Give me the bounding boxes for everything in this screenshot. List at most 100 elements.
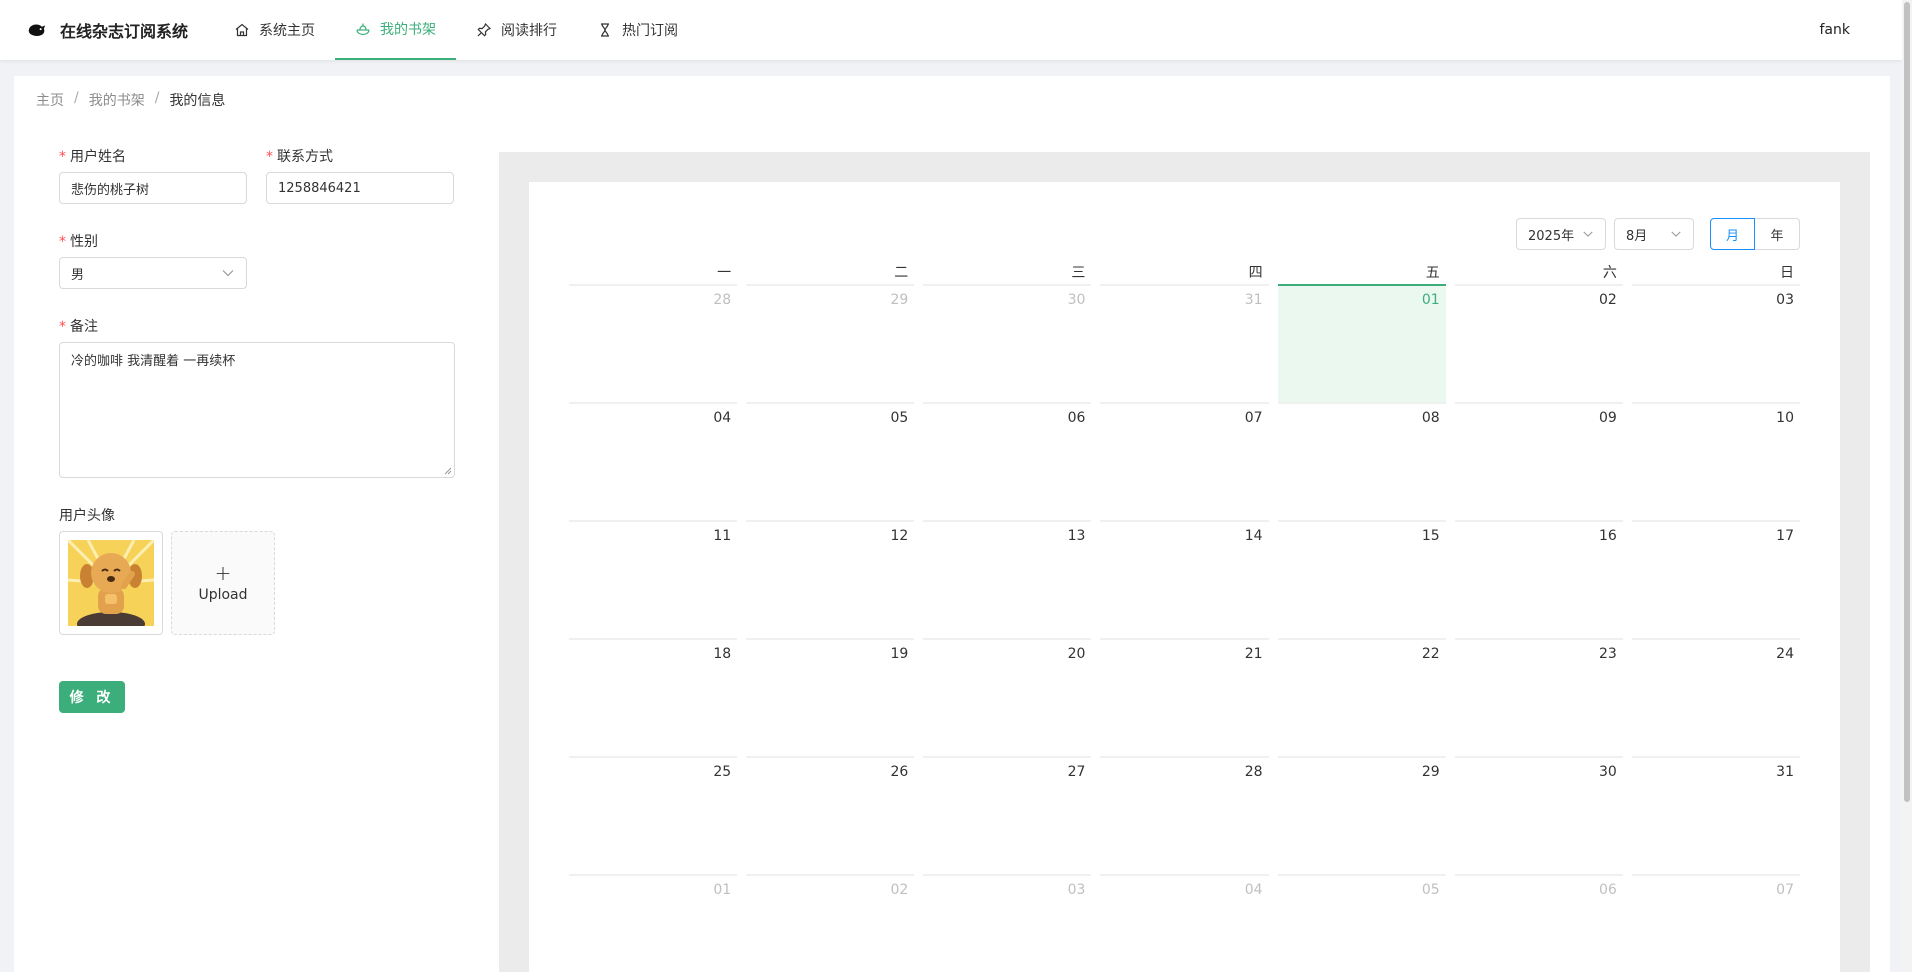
app-title: 在线杂志订阅系统 xyxy=(60,22,189,41)
mode-month-button[interactable]: 月 xyxy=(1710,218,1755,250)
calendar-weeks: 28 29 30 31 01 02 03 04 05 06 07 08 09 10 11 12 13 14 15 16… xyxy=(569,284,1800,972)
scrollbar-thumb[interactable] xyxy=(1904,2,1910,802)
upload-label: Upload xyxy=(198,587,248,603)
nav-label-hot: 热门订阅 xyxy=(622,23,678,39)
calendar-day[interactable]: 19 xyxy=(746,638,915,756)
calendar-week-row: 25 26 27 28 29 30 31 xyxy=(569,756,1800,874)
calendar-day[interactable]: 05 xyxy=(1277,874,1446,972)
calendar-day[interactable]: 31 xyxy=(1631,756,1800,874)
calendar-day[interactable]: 05 xyxy=(746,402,915,520)
calendar-day[interactable]: 14 xyxy=(1100,520,1269,638)
nav-item-home[interactable]: 系统主页 xyxy=(214,0,335,60)
weekday-label: 二 xyxy=(894,265,909,281)
calendar-day[interactable]: 30 xyxy=(923,284,1092,402)
mode-switch: 月 年 xyxy=(1710,218,1800,250)
avatar-field-group: 用户头像 + Upload xyxy=(59,505,359,636)
calendar-day[interactable]: 24 xyxy=(1631,638,1800,756)
calendar-day[interactable]: 20 xyxy=(923,638,1092,756)
avatar-preview[interactable] xyxy=(59,531,163,636)
calendar-day[interactable]: 23 xyxy=(1454,638,1623,756)
calendar-day[interactable]: 13 xyxy=(923,520,1092,638)
calendar-week-row: 11 12 13 14 15 16 17 xyxy=(569,520,1800,638)
app-logo[interactable]: 在线杂志订阅系统 xyxy=(26,0,188,60)
calendar-day[interactable]: 01 xyxy=(569,874,738,972)
nav-label-home: 系统主页 xyxy=(259,23,315,39)
nav-item-ranking[interactable]: 阅读排行 xyxy=(456,0,577,60)
page-scrollbar[interactable] xyxy=(1902,0,1912,972)
breadcrumb-current: 我的信息 xyxy=(169,93,226,109)
calendar-day[interactable]: 16 xyxy=(1454,520,1623,638)
calendar-day[interactable]: 12 xyxy=(746,520,915,638)
breadcrumb-shelf[interactable]: 我的书架 xyxy=(89,90,145,110)
bird-logo-icon xyxy=(28,24,46,36)
calendar-day[interactable]: 06 xyxy=(923,402,1092,520)
calendar-day[interactable]: 28 xyxy=(569,284,738,402)
calendar-day[interactable]: 29 xyxy=(1277,756,1446,874)
calendar-day[interactable]: 04 xyxy=(569,402,738,520)
calendar-day[interactable]: 15 xyxy=(1277,520,1446,638)
calendar-day[interactable]: 06 xyxy=(1454,874,1623,972)
calendar-day[interactable]: 03 xyxy=(923,874,1092,972)
calendar-day[interactable]: 22 xyxy=(1277,638,1446,756)
calendar-day[interactable]: 31 xyxy=(1100,284,1269,402)
content-card: 主页 / 我的书架 / 我的信息 * 用户姓名 悲伤的桃子树 * 联系方式 1258… xyxy=(14,76,1890,972)
calendar-day[interactable]: 02 xyxy=(1454,284,1623,402)
nav-item-bookshelf[interactable]: 我的书架 xyxy=(335,0,456,60)
calendar-day[interactable]: 11 xyxy=(569,520,738,638)
hourglass-icon xyxy=(601,23,609,37)
calendar-day-selected[interactable]: 01 xyxy=(1277,284,1446,402)
breadcrumb: 主页 / 我的书架 / 我的信息 xyxy=(36,90,225,110)
name-field-group: * 用户姓名 悲伤的桃子树 xyxy=(59,146,247,204)
pin-icon xyxy=(477,22,492,37)
calendar-day[interactable]: 09 xyxy=(1454,402,1623,520)
breadcrumb-home[interactable]: 主页 xyxy=(36,90,64,110)
name-input[interactable]: 悲伤的桃子树 xyxy=(59,172,247,204)
bookshelf-icon xyxy=(356,23,370,36)
calendar-panel: 2025年 8月 月 年 一二三四五六日 28 29 30 31 01 02 03 04 05 0… xyxy=(499,152,1870,972)
weekday-label: 三 xyxy=(1071,265,1086,281)
calendar-day[interactable]: 28 xyxy=(1100,756,1269,874)
calendar-day[interactable]: 21 xyxy=(1100,638,1269,756)
weekday-header: 一二三四五六日 xyxy=(569,262,1800,284)
weekday-label: 五 xyxy=(1425,265,1440,281)
calendar-day[interactable]: 02 xyxy=(746,874,915,972)
submit-group: 修 改 xyxy=(59,681,125,713)
calendar-day[interactable]: 26 xyxy=(746,756,915,874)
calendar-day[interactable]: 07 xyxy=(1631,874,1800,972)
calendar-day[interactable]: 07 xyxy=(1100,402,1269,520)
month-select[interactable]: 8月 xyxy=(1614,218,1694,250)
breadcrumb-separator: / xyxy=(154,90,160,106)
nav-label-bookshelf: 我的书架 xyxy=(380,22,436,38)
weekday-label: 六 xyxy=(1602,265,1617,281)
remark-field-group: * 备注 冷的咖啡 我清醒着 一再续杯 xyxy=(59,316,455,478)
modify-button[interactable]: 修 改 xyxy=(59,681,125,713)
calendar-day[interactable]: 04 xyxy=(1100,874,1269,972)
calendar-day[interactable]: 30 xyxy=(1454,756,1623,874)
chevron-down-icon xyxy=(222,270,234,277)
gender-value: 男 xyxy=(71,267,85,283)
upload-button[interactable]: + Upload xyxy=(171,531,275,635)
calendar-week-row: 04 05 06 07 08 09 10 xyxy=(569,402,1800,520)
calendar-day[interactable]: 25 xyxy=(569,756,738,874)
calendar-day[interactable]: 17 xyxy=(1631,520,1800,638)
nav-item-hot[interactable]: 热门订阅 xyxy=(577,0,698,60)
calendar-day[interactable]: 27 xyxy=(923,756,1092,874)
calendar-day[interactable]: 10 xyxy=(1631,402,1800,520)
resize-handle-icon[interactable] xyxy=(444,467,452,475)
user-menu[interactable]: fank xyxy=(1820,0,1851,60)
contact-input[interactable]: 1258846421 xyxy=(266,172,454,204)
weekday-label: 日 xyxy=(1779,265,1794,281)
calendar-day[interactable]: 18 xyxy=(569,638,738,756)
calendar-day[interactable]: 29 xyxy=(746,284,915,402)
remark-textarea[interactable]: 冷的咖啡 我清醒着 一再续杯 xyxy=(59,342,455,478)
calendar-day[interactable]: 03 xyxy=(1631,284,1800,402)
mode-year-button[interactable]: 年 xyxy=(1755,218,1800,250)
calendar: 2025年 8月 月 年 一二三四五六日 28 29 30 31 01 02 03 04 05 0… xyxy=(529,182,1840,972)
home-icon xyxy=(235,23,249,37)
gender-field-group: * 性别 男 xyxy=(59,231,247,289)
year-select[interactable]: 2025年 xyxy=(1516,218,1606,250)
gender-select[interactable]: 男 xyxy=(59,257,247,289)
year-value: 2025年 xyxy=(1528,228,1575,244)
calendar-day[interactable]: 08 xyxy=(1277,402,1446,520)
plus-icon: + xyxy=(214,561,232,585)
